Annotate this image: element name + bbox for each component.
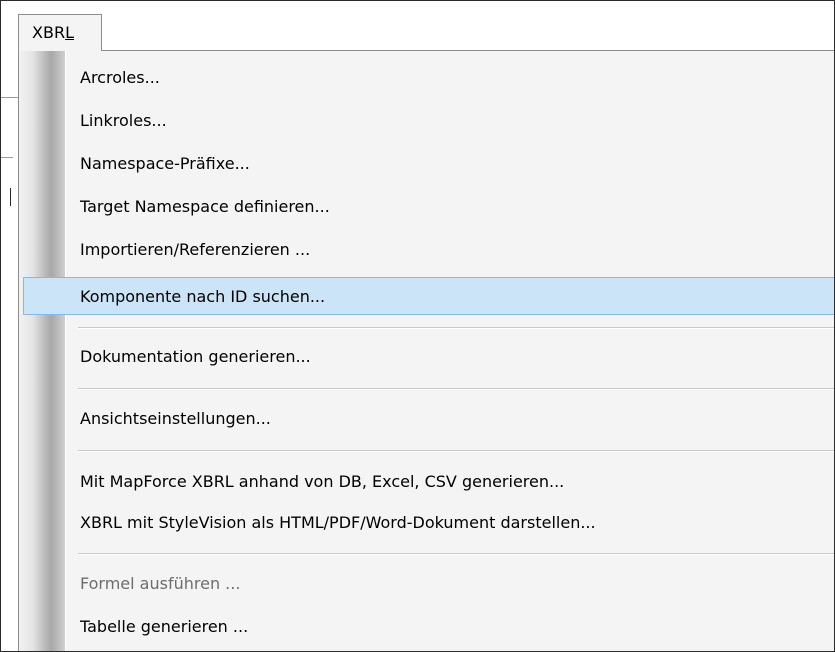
menu-item-import-reference[interactable]: Importieren/Referenzieren ... [23,230,834,268]
menu-item-label: Importieren/Referenzieren ... [80,240,311,259]
menu-separator [78,388,834,390]
app-window: XBRL Arcroles... Linkroles... Namespace-… [0,0,835,652]
menu-item-execute-formula: Formel ausführen ... [23,564,834,602]
menu-item-label: Tabelle generieren ... [80,617,249,636]
menu-item-generate-documentation[interactable]: Dokumentation generieren... [23,337,834,375]
menu-item-mapforce-generate[interactable]: Mit MapForce XBRL anhand von DB, Excel, … [23,462,834,500]
menubar: XBRL [1,1,834,51]
menu-item-label: Formel ausführen ... [80,574,241,593]
menu-item-label: Ansichtseinstellungen... [80,409,271,428]
menu-separator [78,450,834,452]
menu-item-label: Komponente nach ID suchen... [80,287,326,306]
menu-item-label: XBRL mit StyleVision als HTML/PDF/Word-D… [80,513,596,532]
menu-xbrl-label: XBRL [32,23,74,42]
menu-item-linkroles[interactable]: Linkroles... [23,101,834,139]
menu-item-label: Mit MapForce XBRL anhand von DB, Excel, … [80,472,565,491]
menu-item-define-target-namespace[interactable]: Target Namespace definieren... [23,187,834,225]
menu-item-stylevision-render[interactable]: XBRL mit StyleVision als HTML/PDF/Word-D… [23,503,834,541]
menu-item-label: Dokumentation generieren... [80,347,311,366]
menu-item-label: Arcroles... [80,68,160,87]
menu-item-view-settings[interactable]: Ansichtseinstellungen... [23,399,834,437]
menu-separator [78,327,834,329]
menu-item-label: Linkroles... [80,111,167,130]
menu-item-find-component-by-id[interactable]: Komponente nach ID suchen... [23,277,834,315]
menu-xbrl[interactable]: XBRL [18,14,102,51]
background-divider [1,157,13,158]
menu-item-namespace-prefixes[interactable]: Namespace-Präfixe... [23,144,834,182]
menu-item-generate-table[interactable]: Tabelle generieren ... [23,607,834,645]
menu-item-label: Namespace-Präfixe... [80,154,250,173]
xbrl-dropdown-menu: Arcroles... Linkroles... Namespace-Präfi… [18,50,834,651]
menu-item-label: Target Namespace definieren... [80,197,330,216]
menu-item-arcroles[interactable]: Arcroles... [23,58,834,96]
menu-separator [78,553,834,555]
background-marker [10,188,11,206]
